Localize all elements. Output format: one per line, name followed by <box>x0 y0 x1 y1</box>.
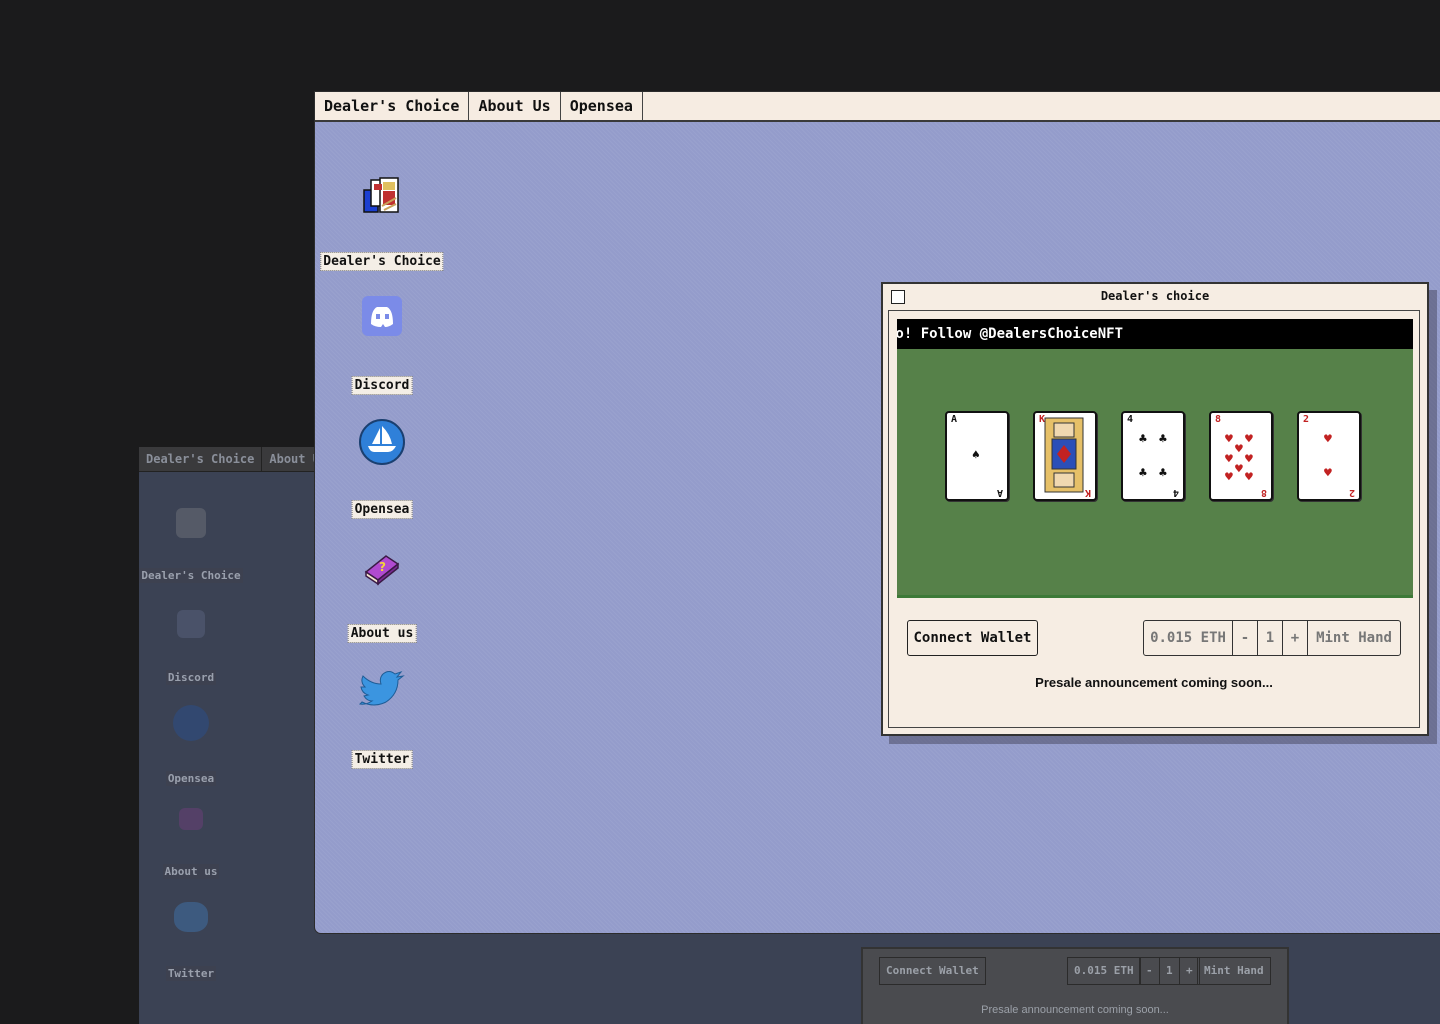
desktop-icon-discord[interactable]: Discord <box>325 294 439 395</box>
background-quantity: 1 <box>1159 957 1180 985</box>
desktop-icon-label: Discord <box>351 376 413 395</box>
background-icon-discord: Discord <box>139 610 243 685</box>
background-icon-label: Dealer's Choice <box>139 568 243 583</box>
menubar: Dealer's Choice About Us Opensea <box>315 92 1440 122</box>
mint-controls: 0.015 ETH - 1 + Mint Hand <box>1143 620 1401 656</box>
background-icon-label: Twitter <box>165 966 217 981</box>
playing-card: 2 ♥ ♥ 2 <box>1297 411 1361 501</box>
menu-item-opensea[interactable]: Opensea <box>561 92 643 120</box>
opensea-icon <box>173 705 209 741</box>
card-suit: ♣ <box>1139 466 1147 481</box>
discord-icon <box>177 610 205 638</box>
king-face-icon <box>1044 417 1084 493</box>
card-suit: ♥ <box>1225 432 1233 447</box>
card-suit: ♥ <box>1245 432 1253 447</box>
price-display: 0.015 ETH <box>1144 621 1233 655</box>
opensea-icon <box>358 418 406 466</box>
book-icon <box>179 808 203 830</box>
card-suit: ♣ <box>1139 432 1147 447</box>
desktop-icon-label: Dealer's Choice <box>320 252 444 271</box>
card-rank-bottom: K <box>1084 487 1091 498</box>
card-rank: 8 <box>1215 414 1222 425</box>
card-suit: ♣ <box>1159 466 1167 481</box>
background-connect-wallet-button: Connect Wallet <box>879 957 986 985</box>
svg-text:?: ? <box>379 560 386 574</box>
playing-card: 4 ♣ ♣ ♣ ♣ 4 <box>1121 411 1185 501</box>
cards-king-icon <box>176 508 206 538</box>
menu-item-dealers-choice[interactable]: Dealer's Choice <box>315 92 470 120</box>
background-icon-label: Opensea <box>165 771 217 786</box>
mint-hand-button[interactable]: Mint Hand <box>1308 621 1400 655</box>
background-icon-label: About us <box>162 864 220 879</box>
desktop-icon-about-us[interactable]: ? About us <box>325 544 439 644</box>
background-icon-dealers-choice: Dealer's Choice <box>139 508 243 583</box>
quantity-value: 1 <box>1258 621 1283 655</box>
card-suit: ♥ <box>1245 470 1253 485</box>
dialog-titlebar[interactable]: Dealer's choice <box>883 284 1427 308</box>
twitter-icon <box>358 668 406 716</box>
card-table: A ♠ A K K 4 ♣ ♣ ♣ ♣ 4 8 ♥ ♥ ♥ ♥ ♥ ♥ ♥ ♥ … <box>897 349 1413 598</box>
card-suit: ♣ <box>1159 432 1167 447</box>
desktop-icon-twitter[interactable]: Twitter <box>325 668 439 769</box>
discord-icon <box>358 294 406 342</box>
card-rank: A <box>951 414 958 425</box>
card-rank-bottom: 4 <box>1172 487 1179 498</box>
card-rank-bottom: 8 <box>1260 487 1267 498</box>
playing-card: A ♠ A <box>945 411 1009 501</box>
twitter-icon <box>174 902 208 932</box>
cards-king-icon <box>358 172 406 220</box>
background-icon-about: About us <box>139 808 243 879</box>
desktop-icon-label: Opensea <box>351 500 413 519</box>
background-icon-label: Discord <box>165 670 217 685</box>
card-rank: 2 <box>1303 414 1310 425</box>
desktop-icon-dealers-choice[interactable]: Dealer's Choice <box>320 172 444 272</box>
dialog-content: no! Follow @DealersChoiceNFT A ♠ A K K 4… <box>888 310 1420 728</box>
background-mint-button: Mint Hand <box>1197 957 1271 985</box>
menu-item-about-us[interactable]: About Us <box>469 92 561 120</box>
dialog-title: Dealer's choice <box>1100 289 1210 303</box>
book-icon: ? <box>358 544 406 592</box>
card-suit: ♥ <box>1225 452 1233 467</box>
desktop-icon-label: About us <box>347 624 417 643</box>
card-suit: ♥ <box>1235 462 1243 477</box>
background-icon-opensea: Opensea <box>139 705 243 786</box>
card-suit: ♥ <box>1235 442 1243 457</box>
playing-card: 8 ♥ ♥ ♥ ♥ ♥ ♥ ♥ ♥ 8 <box>1209 411 1273 501</box>
card-rank-bottom: A <box>996 487 1003 498</box>
announcement-marquee: no! Follow @DealersChoiceNFT <box>897 319 1413 349</box>
background-minus: - <box>1139 957 1160 985</box>
card-suit: ♠ <box>972 448 980 463</box>
card-suit: ♥ <box>1324 466 1332 481</box>
playing-card: K K <box>1033 411 1097 501</box>
desktop-icon-opensea[interactable]: Opensea <box>325 418 439 519</box>
background-presale-note: Presale announcement coming soon... <box>981 1004 1169 1016</box>
background-dialog: Connect Wallet 0.015 ETH - 1 + Mint Hand… <box>861 947 1289 1024</box>
presale-note: Presale announcement coming soon... <box>1035 675 1273 690</box>
background-price: 0.015 ETH <box>1067 957 1141 985</box>
card-suit: ♥ <box>1225 470 1233 485</box>
card-rank: 4 <box>1127 414 1134 425</box>
desktop-icon-label: Twitter <box>351 750 413 769</box>
card-suit: ♥ <box>1245 452 1253 467</box>
dealers-choice-dialog: Dealer's choice no! Follow @DealersChoic… <box>881 282 1429 736</box>
marquee-text: no! Follow @DealersChoiceNFT <box>897 326 1124 342</box>
card-suit: ♥ <box>1324 432 1332 447</box>
connect-wallet-button[interactable]: Connect Wallet <box>907 620 1038 656</box>
background-menu-item-dealers-choice: Dealer's Choice <box>139 447 263 471</box>
background-icon-twitter: Twitter <box>139 902 243 981</box>
decrement-button[interactable]: - <box>1233 621 1258 655</box>
card-rank-bottom: 2 <box>1348 487 1355 498</box>
increment-button[interactable]: + <box>1283 621 1308 655</box>
